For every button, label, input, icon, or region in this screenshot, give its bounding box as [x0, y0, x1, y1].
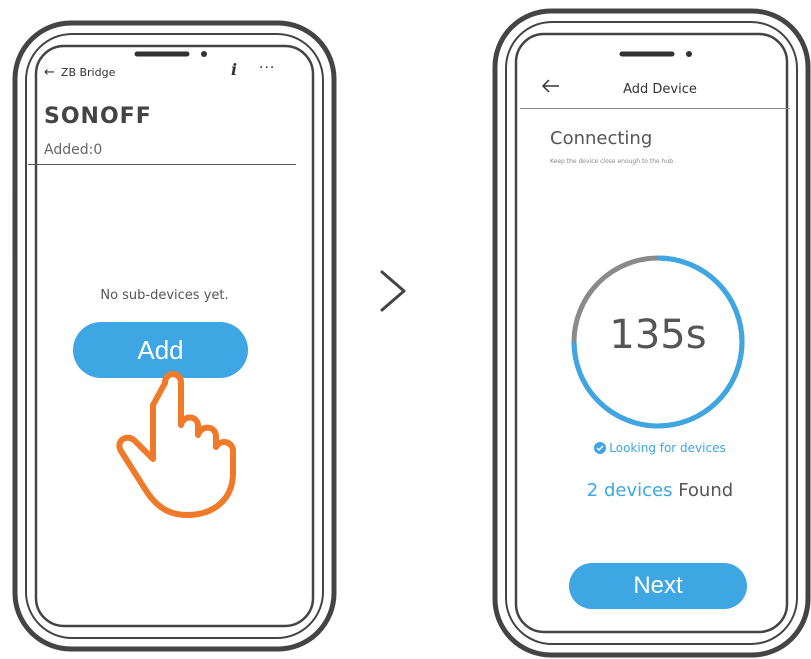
devices-found-count: 2 devices [586, 480, 673, 501]
sonoff-logo: SONOFF [44, 104, 152, 129]
pointing-hand-icon [116, 371, 236, 518]
search-status: Looking for devices [555, 441, 765, 455]
added-count: Added:0 [44, 142, 103, 158]
page-title: Add Device [623, 82, 697, 97]
countdown-timer: 135s [609, 312, 707, 358]
empty-state-message: No sub-devices yet. [100, 288, 229, 303]
devices-found: 2 devices Found [555, 480, 765, 501]
arrow-left-icon[interactable] [541, 76, 561, 96]
chevron-right-icon [380, 270, 406, 312]
search-status-label: Looking for devices [609, 441, 726, 455]
header-divider [520, 108, 790, 109]
devices-found-label: Found [672, 480, 734, 501]
connecting-heading: Connecting [550, 128, 653, 149]
header-divider [28, 164, 296, 165]
check-circle-icon [594, 442, 607, 454]
device-title: ZB Bridge [60, 66, 116, 79]
info-icon[interactable]: i [231, 60, 237, 79]
more-icon[interactable]: ··· [259, 60, 275, 76]
connecting-subtext: Keep the device close enough to the hub. [550, 158, 675, 165]
next-button[interactable]: Next [569, 563, 747, 609]
back-nav[interactable]: ← ZB Bridge [44, 66, 115, 79]
arrow-left-icon: ← [44, 65, 55, 80]
